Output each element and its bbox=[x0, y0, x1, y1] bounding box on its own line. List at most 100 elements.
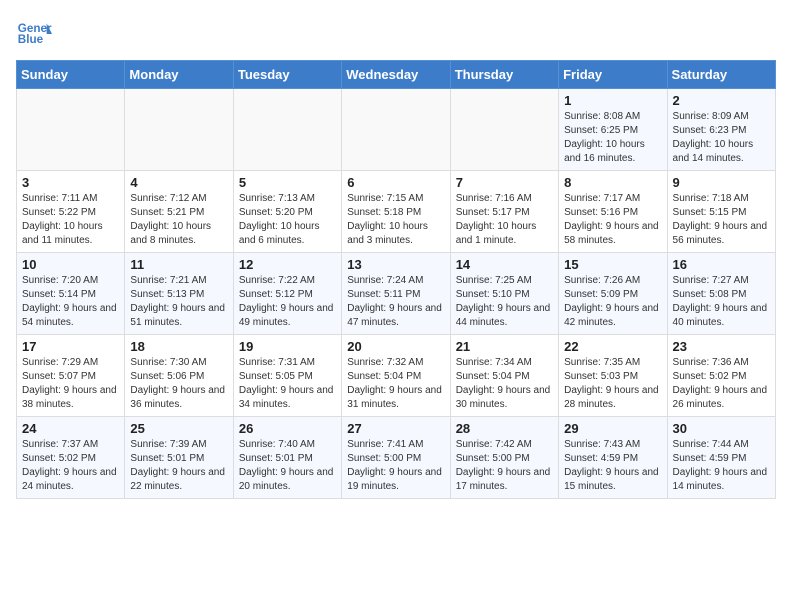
day-info: Sunrise: 7:40 AM Sunset: 5:01 PM Dayligh… bbox=[239, 438, 336, 494]
day-info: Sunrise: 7:42 AM Sunset: 5:00 PM Dayligh… bbox=[456, 438, 553, 494]
calendar-cell: 17 Sunrise: 7:29 AM Sunset: 5:07 PM Dayli… bbox=[17, 335, 125, 417]
day-info: Sunrise: 7:24 AM Sunset: 5:11 PM Dayligh… bbox=[347, 274, 444, 330]
day-number: 30 bbox=[673, 421, 770, 436]
day-info: Sunrise: 7:12 AM Sunset: 5:21 PM Dayligh… bbox=[130, 192, 227, 248]
day-info: Sunrise: 7:34 AM Sunset: 5:04 PM Dayligh… bbox=[456, 356, 553, 412]
day-info: Sunrise: 7:11 AM Sunset: 5:22 PM Dayligh… bbox=[22, 192, 119, 248]
calendar-week-row: 3 Sunrise: 7:11 AM Sunset: 5:22 PM Daylig… bbox=[17, 171, 776, 253]
calendar-cell: 10 Sunrise: 7:20 AM Sunset: 5:14 PM Dayli… bbox=[17, 253, 125, 335]
logo: General Blue bbox=[16, 16, 52, 52]
calendar-cell: 16Sunrise: 7:27 AM Sunset: 5:08 PM Dayli… bbox=[667, 253, 775, 335]
calendar-cell bbox=[233, 89, 341, 171]
day-number: 27 bbox=[347, 421, 444, 436]
day-number: 28 bbox=[456, 421, 553, 436]
calendar-cell: 1 Sunrise: 8:08 AM Sunset: 6:25 PM Daylig… bbox=[559, 89, 667, 171]
weekday-header-cell: Friday bbox=[559, 61, 667, 89]
calendar-week-row: 10 Sunrise: 7:20 AM Sunset: 5:14 PM Dayli… bbox=[17, 253, 776, 335]
day-number: 3 bbox=[22, 175, 119, 190]
day-number: 9 bbox=[673, 175, 770, 190]
calendar-cell: 8 Sunrise: 7:17 AM Sunset: 5:16 PM Daylig… bbox=[559, 171, 667, 253]
calendar-cell: 14 Sunrise: 7:25 AM Sunset: 5:10 PM Dayli… bbox=[450, 253, 558, 335]
calendar-week-row: 24Sunrise: 7:37 AM Sunset: 5:02 PM Dayli… bbox=[17, 417, 776, 499]
calendar-cell: 2 Sunrise: 8:09 AM Sunset: 6:23 PM Daylig… bbox=[667, 89, 775, 171]
calendar-cell: 19 Sunrise: 7:31 AM Sunset: 5:05 PM Dayli… bbox=[233, 335, 341, 417]
calendar-cell: 22 Sunrise: 7:35 AM Sunset: 5:03 PM Dayli… bbox=[559, 335, 667, 417]
calendar-cell: 15 Sunrise: 7:26 AM Sunset: 5:09 PM Dayli… bbox=[559, 253, 667, 335]
calendar-cell: 25 Sunrise: 7:39 AM Sunset: 5:01 PM Dayli… bbox=[125, 417, 233, 499]
day-info: Sunrise: 7:25 AM Sunset: 5:10 PM Dayligh… bbox=[456, 274, 553, 330]
calendar-cell: 21 Sunrise: 7:34 AM Sunset: 5:04 PM Dayli… bbox=[450, 335, 558, 417]
calendar-cell: 7 Sunrise: 7:16 AM Sunset: 5:17 PM Daylig… bbox=[450, 171, 558, 253]
day-number: 26 bbox=[239, 421, 336, 436]
day-number: 20 bbox=[347, 339, 444, 354]
calendar-cell bbox=[342, 89, 450, 171]
weekday-header-cell: Sunday bbox=[17, 61, 125, 89]
calendar-cell: 9Sunrise: 7:18 AM Sunset: 5:15 PM Daylig… bbox=[667, 171, 775, 253]
day-info: Sunrise: 7:20 AM Sunset: 5:14 PM Dayligh… bbox=[22, 274, 119, 330]
weekday-header-cell: Saturday bbox=[667, 61, 775, 89]
calendar-body: 1 Sunrise: 8:08 AM Sunset: 6:25 PM Daylig… bbox=[17, 89, 776, 499]
day-number: 15 bbox=[564, 257, 661, 272]
calendar-cell bbox=[17, 89, 125, 171]
day-info: Sunrise: 7:16 AM Sunset: 5:17 PM Dayligh… bbox=[456, 192, 553, 248]
day-info: Sunrise: 7:36 AM Sunset: 5:02 PM Dayligh… bbox=[673, 356, 770, 412]
day-info: Sunrise: 7:26 AM Sunset: 5:09 PM Dayligh… bbox=[564, 274, 661, 330]
calendar-cell bbox=[125, 89, 233, 171]
calendar-cell: 24Sunrise: 7:37 AM Sunset: 5:02 PM Dayli… bbox=[17, 417, 125, 499]
calendar-cell bbox=[450, 89, 558, 171]
day-number: 5 bbox=[239, 175, 336, 190]
day-number: 2 bbox=[673, 93, 770, 108]
day-number: 10 bbox=[22, 257, 119, 272]
calendar-cell: 13 Sunrise: 7:24 AM Sunset: 5:11 PM Dayli… bbox=[342, 253, 450, 335]
day-number: 16 bbox=[673, 257, 770, 272]
day-number: 11 bbox=[130, 257, 227, 272]
day-info: Sunrise: 7:22 AM Sunset: 5:12 PM Dayligh… bbox=[239, 274, 336, 330]
calendar-table: SundayMondayTuesdayWednesdayThursdayFrid… bbox=[16, 60, 776, 499]
day-number: 23 bbox=[673, 339, 770, 354]
svg-text:Blue: Blue bbox=[18, 33, 44, 46]
day-number: 7 bbox=[456, 175, 553, 190]
calendar-week-row: 1 Sunrise: 8:08 AM Sunset: 6:25 PM Daylig… bbox=[17, 89, 776, 171]
day-number: 6 bbox=[347, 175, 444, 190]
weekday-header-cell: Monday bbox=[125, 61, 233, 89]
day-number: 14 bbox=[456, 257, 553, 272]
calendar-cell: 30 Sunrise: 7:44 AM Sunset: 4:59 PM Dayli… bbox=[667, 417, 775, 499]
day-number: 21 bbox=[456, 339, 553, 354]
logo-icon: General Blue bbox=[16, 16, 52, 52]
weekday-header-cell: Tuesday bbox=[233, 61, 341, 89]
calendar-cell: 11Sunrise: 7:21 AM Sunset: 5:13 PM Dayli… bbox=[125, 253, 233, 335]
calendar-cell: 3 Sunrise: 7:11 AM Sunset: 5:22 PM Daylig… bbox=[17, 171, 125, 253]
calendar-cell: 12 Sunrise: 7:22 AM Sunset: 5:12 PM Dayli… bbox=[233, 253, 341, 335]
day-info: Sunrise: 7:39 AM Sunset: 5:01 PM Dayligh… bbox=[130, 438, 227, 494]
day-info: Sunrise: 7:13 AM Sunset: 5:20 PM Dayligh… bbox=[239, 192, 336, 248]
day-number: 17 bbox=[22, 339, 119, 354]
day-number: 13 bbox=[347, 257, 444, 272]
day-info: Sunrise: 7:44 AM Sunset: 4:59 PM Dayligh… bbox=[673, 438, 770, 494]
calendar-cell: 4Sunrise: 7:12 AM Sunset: 5:21 PM Daylig… bbox=[125, 171, 233, 253]
day-info: Sunrise: 7:43 AM Sunset: 4:59 PM Dayligh… bbox=[564, 438, 661, 494]
day-number: 22 bbox=[564, 339, 661, 354]
day-number: 1 bbox=[564, 93, 661, 108]
day-info: Sunrise: 7:41 AM Sunset: 5:00 PM Dayligh… bbox=[347, 438, 444, 494]
weekday-header-cell: Wednesday bbox=[342, 61, 450, 89]
day-info: Sunrise: 8:09 AM Sunset: 6:23 PM Dayligh… bbox=[673, 110, 770, 166]
day-info: Sunrise: 8:08 AM Sunset: 6:25 PM Dayligh… bbox=[564, 110, 661, 166]
day-info: Sunrise: 7:29 AM Sunset: 5:07 PM Dayligh… bbox=[22, 356, 119, 412]
calendar-cell: 6Sunrise: 7:15 AM Sunset: 5:18 PM Daylig… bbox=[342, 171, 450, 253]
day-info: Sunrise: 7:17 AM Sunset: 5:16 PM Dayligh… bbox=[564, 192, 661, 248]
day-number: 19 bbox=[239, 339, 336, 354]
calendar-cell: 28 Sunrise: 7:42 AM Sunset: 5:00 PM Dayli… bbox=[450, 417, 558, 499]
day-info: Sunrise: 7:35 AM Sunset: 5:03 PM Dayligh… bbox=[564, 356, 661, 412]
day-info: Sunrise: 7:31 AM Sunset: 5:05 PM Dayligh… bbox=[239, 356, 336, 412]
calendar-cell: 18 Sunrise: 7:30 AM Sunset: 5:06 PM Dayli… bbox=[125, 335, 233, 417]
calendar-cell: 29Sunrise: 7:43 AM Sunset: 4:59 PM Dayli… bbox=[559, 417, 667, 499]
weekday-header-row: SundayMondayTuesdayWednesdayThursdayFrid… bbox=[17, 61, 776, 89]
day-info: Sunrise: 7:30 AM Sunset: 5:06 PM Dayligh… bbox=[130, 356, 227, 412]
calendar-week-row: 17 Sunrise: 7:29 AM Sunset: 5:07 PM Dayli… bbox=[17, 335, 776, 417]
day-number: 18 bbox=[130, 339, 227, 354]
day-number: 12 bbox=[239, 257, 336, 272]
day-number: 8 bbox=[564, 175, 661, 190]
day-info: Sunrise: 7:37 AM Sunset: 5:02 PM Dayligh… bbox=[22, 438, 119, 494]
day-number: 25 bbox=[130, 421, 227, 436]
weekday-header-cell: Thursday bbox=[450, 61, 558, 89]
